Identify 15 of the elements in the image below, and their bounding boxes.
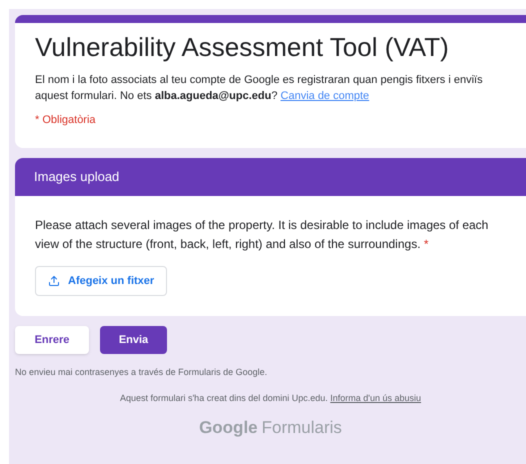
logo-brand: Google [199,419,258,436]
nav-button[interactable]: Envia [100,326,167,354]
report-abuse-link[interactable]: Informa d'un ús abusiu [330,392,422,402]
nav-button[interactable]: Enrere [15,326,89,354]
password-warning: No envieu mai contrasenyes a través de Formularis de Google. [15,366,268,379]
upload-icon [48,275,60,287]
form-title: Vulnerability Assessment Tool (VAT) [35,31,450,64]
add-file-button[interactable]: Afegeix un fitxer [35,266,168,296]
question-text: Please attach several images of the property. It is desirable to include images of each view of the structure (front, back, left, right) and also of the surroundings. * [35,217,490,253]
switch-account-link[interactable]: Canvia de compte [280,90,370,102]
logo-product: Formularis [262,419,342,436]
domain-note: Aquest formulari s'ha creat dins del domini Upc.edu. Informa d'un ús abusiu [118,392,422,405]
section-title: Images upload [34,168,120,186]
account-notice: El nom i la foto associats al teu compte de Google es registraran quan pengis fitxers i enviïs aquest formulari. No ets alba.agueda@upc.edu? Canvia de compte [35,72,484,104]
required-note: * Obligatòria [35,112,97,128]
